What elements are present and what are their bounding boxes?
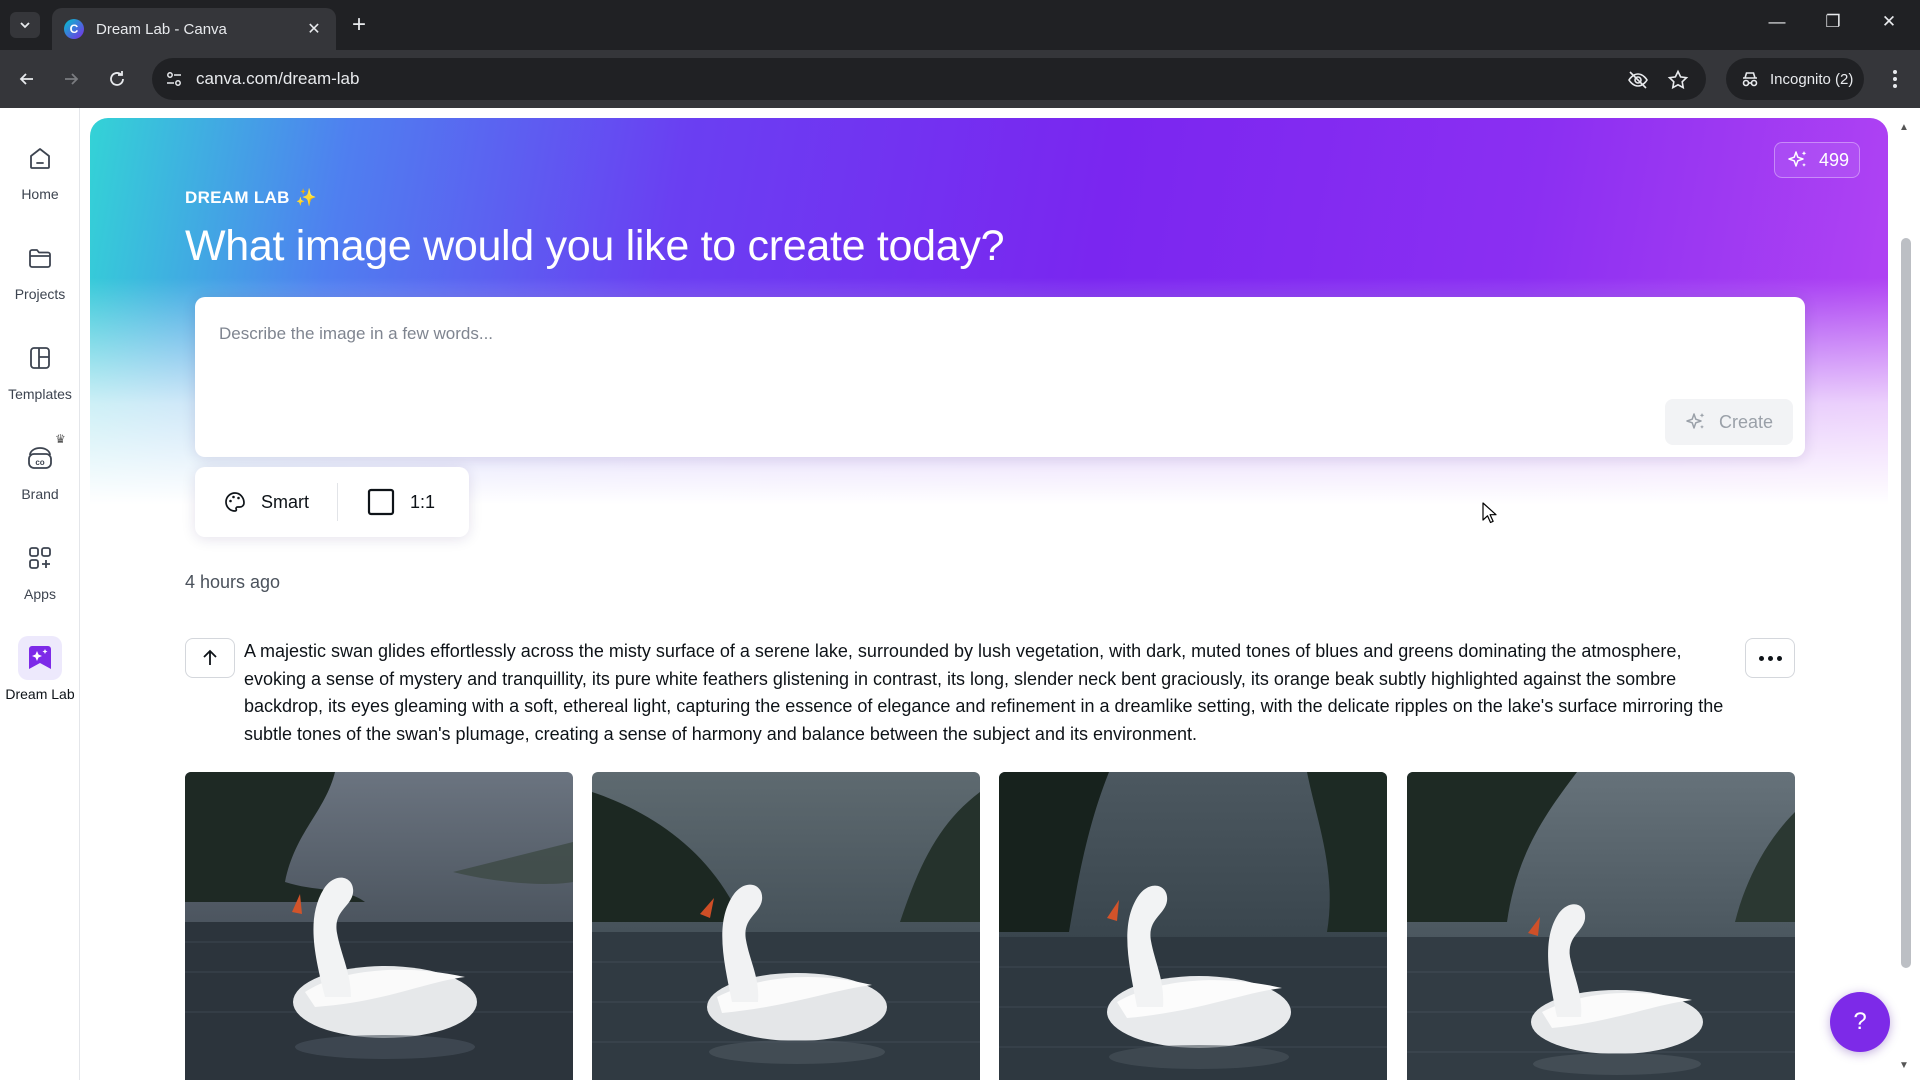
mouse-cursor-icon [1482,502,1497,524]
tab-title: Dream Lab - Canva [96,20,227,38]
eye-off-icon[interactable] [1626,68,1650,92]
credits-badge[interactable]: 499 [1773,142,1860,178]
more-vertical-icon [1893,70,1897,88]
sidebar-item-label: Projects [14,286,66,302]
canva-sidebar: Home Projects Templates ♛ co Brand Apps … [0,108,80,1080]
sidebar-item-label: Home [21,186,59,202]
back-button[interactable] [12,64,42,94]
url-text: canva.com/dream-lab [196,69,360,88]
tab-close-icon[interactable]: ✕ [304,19,324,39]
dream-lab-main: 499 DREAM LAB ✨ What image would you like… [80,108,1890,1080]
square-ratio-icon [367,488,395,516]
scroll-down-arrow-icon[interactable]: ▼ [1899,1060,1909,1071]
style-selector[interactable]: Smart [195,467,337,537]
sidebar-item-label: Apps [24,586,56,602]
scroll-up-arrow-icon[interactable]: ▲ [1899,122,1909,133]
prompt-input[interactable] [219,319,1619,349]
generated-image-4[interactable] [1407,772,1795,1080]
swan-image [999,772,1387,1080]
reuse-prompt-button[interactable] [185,638,235,678]
incognito-indicator[interactable]: Incognito (2) [1726,58,1864,100]
canva-favicon-icon: C [64,19,84,39]
templates-icon [18,336,62,380]
history-timestamp: 4 hours ago [185,572,281,592]
palette-icon [225,492,245,512]
aspect-ratio-selector[interactable]: 1:1 [338,467,463,537]
swan-image [1407,772,1795,1080]
bookmark-star-icon[interactable] [1666,68,1690,92]
more-options-button[interactable] [1745,638,1795,678]
dream-lab-hero: 499 DREAM LAB ✨ What image would you like… [90,118,1888,538]
prompt-box: Create [195,297,1805,457]
incognito-label: Incognito (2) [1770,70,1854,88]
eyebrow-text: DREAM LAB [185,188,290,207]
style-label: Smart [261,491,310,512]
restore-button[interactable]: ❐ [1810,12,1856,32]
page-scrollbar[interactable]: ▲ ▼ [1890,108,1920,1080]
create-button[interactable]: Create [1665,399,1793,445]
more-dot [1767,655,1773,661]
apps-icon [18,536,62,580]
browser-toolbar: canva.com/dream-lab Incognito (2) [0,50,1920,108]
sparkle-icon [1788,151,1807,167]
close-window-button[interactable]: ✕ [1866,12,1912,32]
swan-image [592,772,980,1080]
dream-lab-eyebrow: DREAM LAB ✨ [185,188,317,208]
credits-count: 499 [1818,149,1849,170]
reload-icon [110,71,124,86]
create-label: Create [1718,411,1774,432]
sidebar-item-dream-lab[interactable]: Dream Lab [0,632,80,722]
arrow-right-icon [65,73,79,85]
folder-icon [18,236,62,280]
arrow-up-icon [203,649,217,665]
sidebar-item-projects[interactable]: Projects [0,232,80,322]
tab-search-button[interactable] [10,12,40,38]
site-info-icon[interactable] [164,69,184,89]
generated-image-2[interactable] [592,772,980,1080]
sidebar-item-label: Brand [21,486,59,502]
scroll-thumb[interactable] [1901,238,1911,968]
browser-menu-button[interactable] [1880,64,1910,94]
page-title: What image would you like to create toda… [185,222,1005,270]
svg-text:co: co [35,458,44,467]
history-prompt-text: A majestic swan glides effortlessly acro… [244,641,1724,744]
sidebar-item-label: Templates [8,386,72,402]
incognito-icon [1742,72,1758,87]
minimize-button[interactable]: — [1754,12,1800,32]
reload-button[interactable] [102,64,132,94]
more-dot [1758,655,1764,661]
sidebar-item-label: Dream Lab [5,686,75,702]
generated-image-3[interactable] [999,772,1387,1080]
address-bar[interactable]: canva.com/dream-lab [152,58,1706,100]
more-dot [1776,655,1782,661]
sidebar-item-apps[interactable]: Apps [0,532,80,622]
sidebar-item-home[interactable]: Home [0,132,80,222]
sidebar-item-templates[interactable]: Templates [0,332,80,422]
generated-images-gallery [185,772,1795,1080]
new-tab-button[interactable]: + [352,12,366,38]
generation-options: Smart 1:1 [195,467,469,537]
browser-tab[interactable]: C Dream Lab - Canva ✕ [52,8,336,50]
generated-image-1[interactable] [185,772,573,1080]
help-button[interactable]: ? [1830,992,1890,1052]
browser-tab-bar: C Dream Lab - Canva ✕ + — ❐ ✕ [0,0,1920,50]
crown-icon: ♛ [55,432,66,446]
swan-image [185,772,573,1080]
forward-button[interactable] [56,64,86,94]
sparkles-icon: ✨ [295,188,318,207]
chevron-down-icon [20,22,30,29]
sidebar-item-brand[interactable]: ♛ co Brand [0,432,80,522]
ratio-label: 1:1 [410,491,436,512]
home-icon [18,136,62,180]
dream-lab-icon [18,636,62,680]
arrow-left-icon [19,73,33,85]
sparkle-icon [1686,413,1705,429]
